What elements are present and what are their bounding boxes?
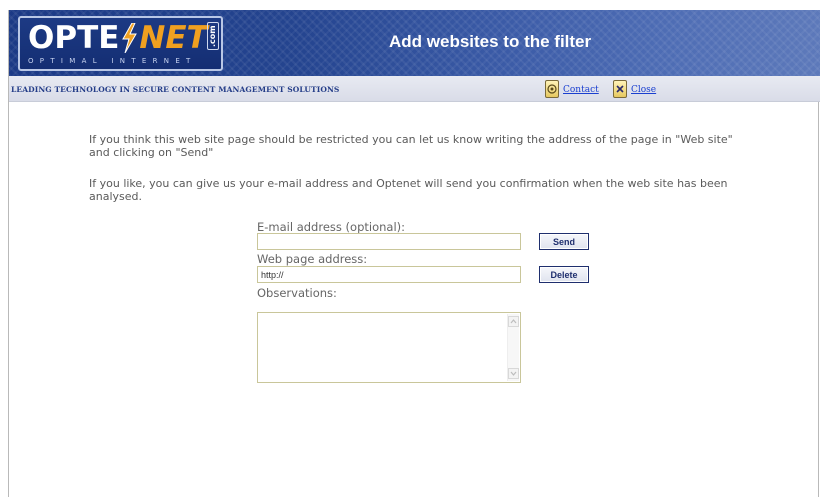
delete-button[interactable]: Delete — [539, 266, 589, 283]
email-field[interactable] — [257, 233, 521, 250]
optenet-logo: OPTE NET .com OPTIMAL INTERNET — [18, 16, 223, 71]
contact-link-group[interactable]: Contact — [545, 80, 599, 98]
page-title: Add websites to the filter — [389, 32, 592, 51]
observations-scrollbar[interactable] — [507, 314, 519, 381]
logo-text-net: NET — [139, 20, 208, 56]
logo-tagline: OPTIMAL INTERNET — [28, 57, 197, 65]
email-label: E-mail address (optional): — [257, 220, 406, 234]
contact-icon[interactable] — [545, 80, 559, 98]
observations-textarea[interactable] — [257, 312, 521, 383]
observations-label: Observations: — [257, 286, 337, 300]
web-page-address-label: Web page address: — [257, 252, 368, 266]
chevron-up-icon — [510, 319, 517, 324]
web-page-address-field[interactable] — [257, 266, 521, 283]
page-frame: OPTE NET .com OPTIMAL INTERNET Add websit… — [8, 10, 820, 497]
send-button[interactable]: Send — [539, 233, 589, 250]
sub-navigation-bar: LEADING TECHNOLOGY IN SECURE CONTENT MAN… — [9, 76, 820, 102]
close-link[interactable]: Close — [631, 85, 656, 95]
logo-text-opte: OPTE — [28, 20, 120, 56]
close-link-group[interactable]: Close — [613, 80, 656, 98]
lightning-bolt-icon — [122, 23, 138, 53]
close-icon[interactable] — [613, 80, 627, 98]
header-banner: OPTE NET .com OPTIMAL INTERNET Add websit… — [9, 10, 820, 76]
scroll-down-button[interactable] — [508, 368, 519, 379]
logo-dotcom: .com — [207, 22, 219, 50]
logo-wordmark: OPTE NET — [28, 21, 208, 55]
intro-paragraph-restrict: If you think this web site page should b… — [89, 133, 733, 159]
contact-link[interactable]: Contact — [563, 85, 599, 95]
company-slogan: LEADING TECHNOLOGY IN SECURE CONTENT MAN… — [11, 85, 340, 94]
intro-paragraph-email: If you like, you can give us your e-mail… — [89, 177, 728, 203]
scroll-up-button[interactable] — [508, 316, 519, 327]
chevron-down-icon — [510, 371, 517, 376]
